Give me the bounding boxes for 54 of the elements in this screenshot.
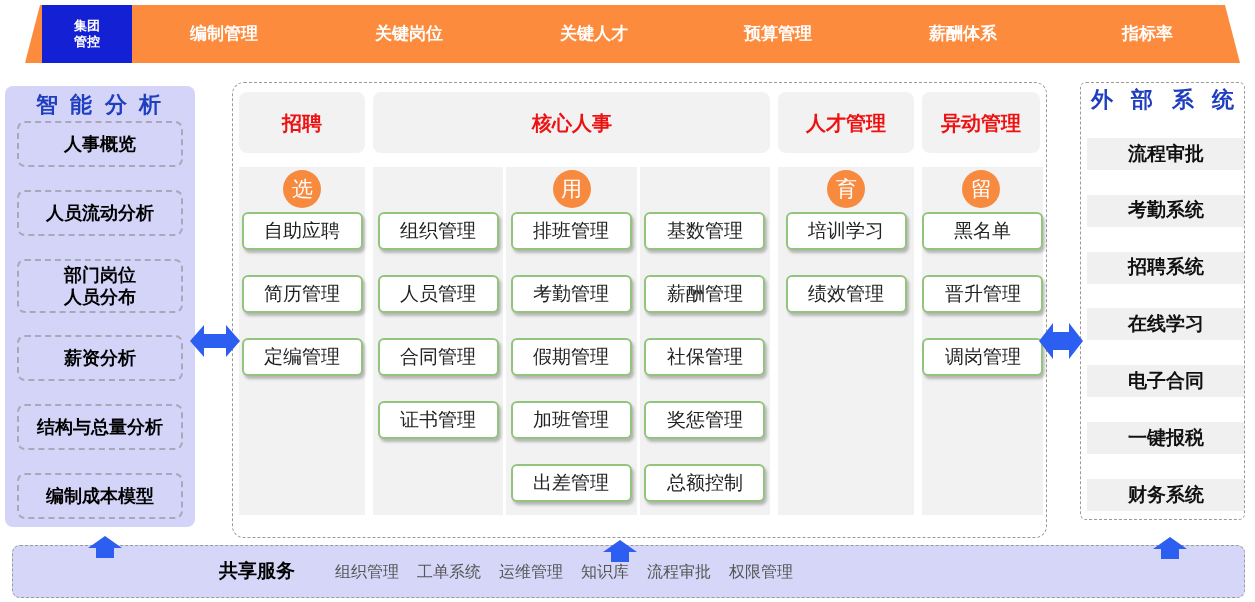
function-button[interactable]: 绩效管理 xyxy=(785,275,907,313)
analysis-item[interactable]: 编制成本模型 xyxy=(17,473,183,519)
analysis-item[interactable]: 结构与总量分析 xyxy=(17,404,183,451)
function-button[interactable]: 晋升管理 xyxy=(922,275,1043,313)
function-button[interactable]: 人员管理 xyxy=(377,275,499,313)
function-button[interactable]: 基数管理 xyxy=(644,212,766,250)
analysis-item[interactable]: 薪资分析 xyxy=(17,335,183,382)
module-header: 异动管理 xyxy=(922,92,1040,153)
function-button[interactable]: 定编管理 xyxy=(241,338,363,376)
function-button[interactable]: 排班管理 xyxy=(511,212,632,250)
analysis-item[interactable]: 人事概览 xyxy=(17,121,183,167)
shared-service-item: 组织管理 xyxy=(335,561,399,582)
shared-service-item: 知识库 xyxy=(581,561,629,582)
external-system-item[interactable]: 招聘系统 xyxy=(1087,251,1244,284)
external-system-item[interactable]: 一键报税 xyxy=(1087,422,1244,455)
function-button[interactable]: 加班管理 xyxy=(511,401,632,439)
up-arrow-icon xyxy=(1153,537,1187,559)
function-button[interactable]: 自助应聘 xyxy=(241,212,363,250)
shared-service-item: 工单系统 xyxy=(417,561,481,582)
function-button[interactable]: 奖惩管理 xyxy=(644,401,766,439)
panel-title: 智 能 分 析 xyxy=(36,92,164,118)
function-button[interactable]: 考勤管理 xyxy=(511,275,632,313)
function-button[interactable]: 社保管理 xyxy=(644,338,766,376)
function-button[interactable]: 总额控制 xyxy=(644,464,766,502)
double-arrow-icon xyxy=(190,323,240,359)
module-header: 招聘 xyxy=(239,92,365,153)
function-button[interactable]: 培训学习 xyxy=(785,212,907,250)
function-button[interactable]: 调岗管理 xyxy=(922,338,1043,376)
shared-service-item: 流程审批 xyxy=(647,561,711,582)
external-system-item[interactable]: 电子合同 xyxy=(1087,365,1244,398)
shared-service-item: 运维管理 xyxy=(499,561,563,582)
function-button[interactable]: 组织管理 xyxy=(377,212,499,250)
shared-services-title: 共享服务 xyxy=(219,559,295,584)
double-arrow-icon xyxy=(1039,321,1083,361)
function-button[interactable]: 薪酬管理 xyxy=(644,275,766,313)
function-button[interactable]: 黑名单 xyxy=(922,212,1043,250)
function-button[interactable]: 证书管理 xyxy=(377,401,499,439)
analysis-item[interactable]: 部门岗位 人员分布 xyxy=(17,258,183,313)
external-system-item[interactable]: 财务系统 xyxy=(1087,478,1244,511)
function-button[interactable]: 简历管理 xyxy=(241,275,363,313)
external-system-item[interactable]: 流程审批 xyxy=(1087,137,1244,170)
shared-service-item: 权限管理 xyxy=(729,561,793,582)
analysis-item[interactable]: 人员流动分析 xyxy=(17,189,183,236)
module-header: 核心人事 xyxy=(373,92,770,153)
up-arrow-icon xyxy=(88,536,122,558)
external-system-item[interactable]: 在线学习 xyxy=(1087,308,1244,341)
module-header: 人才管理 xyxy=(778,92,914,153)
function-button[interactable]: 合同管理 xyxy=(377,338,499,376)
up-arrow-icon xyxy=(603,540,637,562)
panel-title: 外 部 系 统 xyxy=(1089,87,1241,113)
function-button[interactable]: 出差管理 xyxy=(511,464,632,502)
function-button[interactable]: 假期管理 xyxy=(511,338,632,376)
nav-tab[interactable]: 集团 管控 xyxy=(42,5,132,63)
external-system-item[interactable]: 考勤系统 xyxy=(1087,194,1244,227)
